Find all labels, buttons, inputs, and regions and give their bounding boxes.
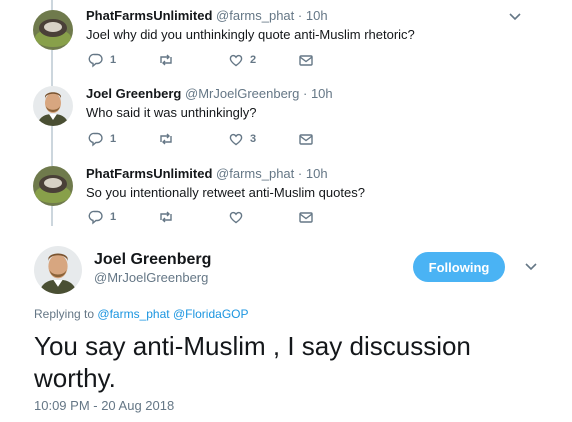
avatar[interactable] <box>33 10 73 50</box>
avatar[interactable] <box>33 86 73 126</box>
reply-icon <box>88 210 103 225</box>
like-action[interactable] <box>228 209 298 225</box>
replying-to: Replying to @farms_phat @FloridaGOP <box>34 307 249 321</box>
tweet-time[interactable]: 10h <box>311 86 333 101</box>
like-icon <box>229 133 243 146</box>
tweet-text: Joel why did you unthinkingly quote anti… <box>86 27 415 42</box>
following-button[interactable]: Following <box>413 252 505 282</box>
reply-icon <box>88 53 103 68</box>
dm-action[interactable] <box>298 131 368 147</box>
chevron-down-icon[interactable] <box>508 12 522 22</box>
author-name[interactable]: Joel Greenberg <box>86 86 181 101</box>
retweet-icon <box>160 133 172 145</box>
reply-action[interactable]: 1 <box>88 209 158 225</box>
reply-tweet[interactable]: PhatFarmsUnlimited @farms_phat · 10h Joe… <box>86 8 548 44</box>
retweet-action[interactable] <box>158 209 228 225</box>
chevron-down-icon[interactable] <box>524 262 538 272</box>
thread-line <box>51 50 53 86</box>
avatar[interactable] <box>34 246 82 294</box>
main-author-handle[interactable]: @MrJoelGreenberg <box>94 270 208 285</box>
tweet-actions: 1 <box>88 209 368 225</box>
author-handle[interactable]: @farms_phat <box>216 8 294 23</box>
main-tweet-text: You say anti-Muslim , I say discussion w… <box>34 331 471 393</box>
mention-link[interactable]: @farms_phat <box>97 307 169 321</box>
like-icon <box>229 54 243 67</box>
reply-count: 1 <box>110 54 117 66</box>
retweet-icon <box>160 211 172 223</box>
like-count: 2 <box>250 54 257 66</box>
like-action[interactable]: 3 <box>228 131 298 147</box>
separator-dot: · <box>297 166 303 181</box>
reply-tweet[interactable]: PhatFarmsUnlimited @farms_phat · 10h So … <box>86 166 548 202</box>
reply-action[interactable]: 1 <box>88 52 158 68</box>
retweet-icon <box>160 54 172 66</box>
tweet-actions: 1 3 <box>88 131 368 147</box>
mention-link[interactable]: @FloridaGOP <box>173 307 249 321</box>
dm-icon <box>299 55 313 66</box>
reply-count: 1 <box>110 133 117 145</box>
tweet-actions: 1 2 <box>88 52 368 68</box>
author-handle[interactable]: @farms_phat <box>216 166 294 181</box>
like-action[interactable]: 2 <box>228 52 298 68</box>
thread-line <box>51 124 53 166</box>
dm-action[interactable] <box>298 209 368 225</box>
tweet-timestamp[interactable]: 10:09 PM - 20 Aug 2018 <box>34 398 174 413</box>
tweet-text: Who said it was unthinkingly? <box>86 105 257 120</box>
author-name[interactable]: PhatFarmsUnlimited <box>86 8 212 23</box>
like-count: 3 <box>250 133 257 145</box>
like-icon <box>229 211 243 224</box>
reply-action[interactable]: 1 <box>88 131 158 147</box>
replying-label: Replying to <box>34 307 95 321</box>
reply-icon <box>88 132 103 147</box>
tweet-time[interactable]: 10h <box>306 8 328 23</box>
retweet-action[interactable] <box>158 52 228 68</box>
main-author-name[interactable]: Joel Greenberg <box>94 251 211 269</box>
tweet-time[interactable]: 10h <box>306 166 328 181</box>
reply-count: 1 <box>110 211 117 223</box>
reply-tweet[interactable]: Joel Greenberg @MrJoelGreenberg · 10h Wh… <box>86 86 548 122</box>
dm-icon <box>299 134 313 145</box>
dm-icon <box>299 212 313 223</box>
thread-line <box>51 204 53 226</box>
separator-dot: · <box>302 86 308 101</box>
retweet-action[interactable] <box>158 131 228 147</box>
author-name[interactable]: PhatFarmsUnlimited <box>86 166 212 181</box>
avatar[interactable] <box>33 166 73 206</box>
tweet-text: So you intentionally retweet anti-Muslim… <box>86 185 365 200</box>
separator-dot: · <box>297 8 303 23</box>
dm-action[interactable] <box>298 52 368 68</box>
author-handle[interactable]: @MrJoelGreenberg <box>185 86 299 101</box>
